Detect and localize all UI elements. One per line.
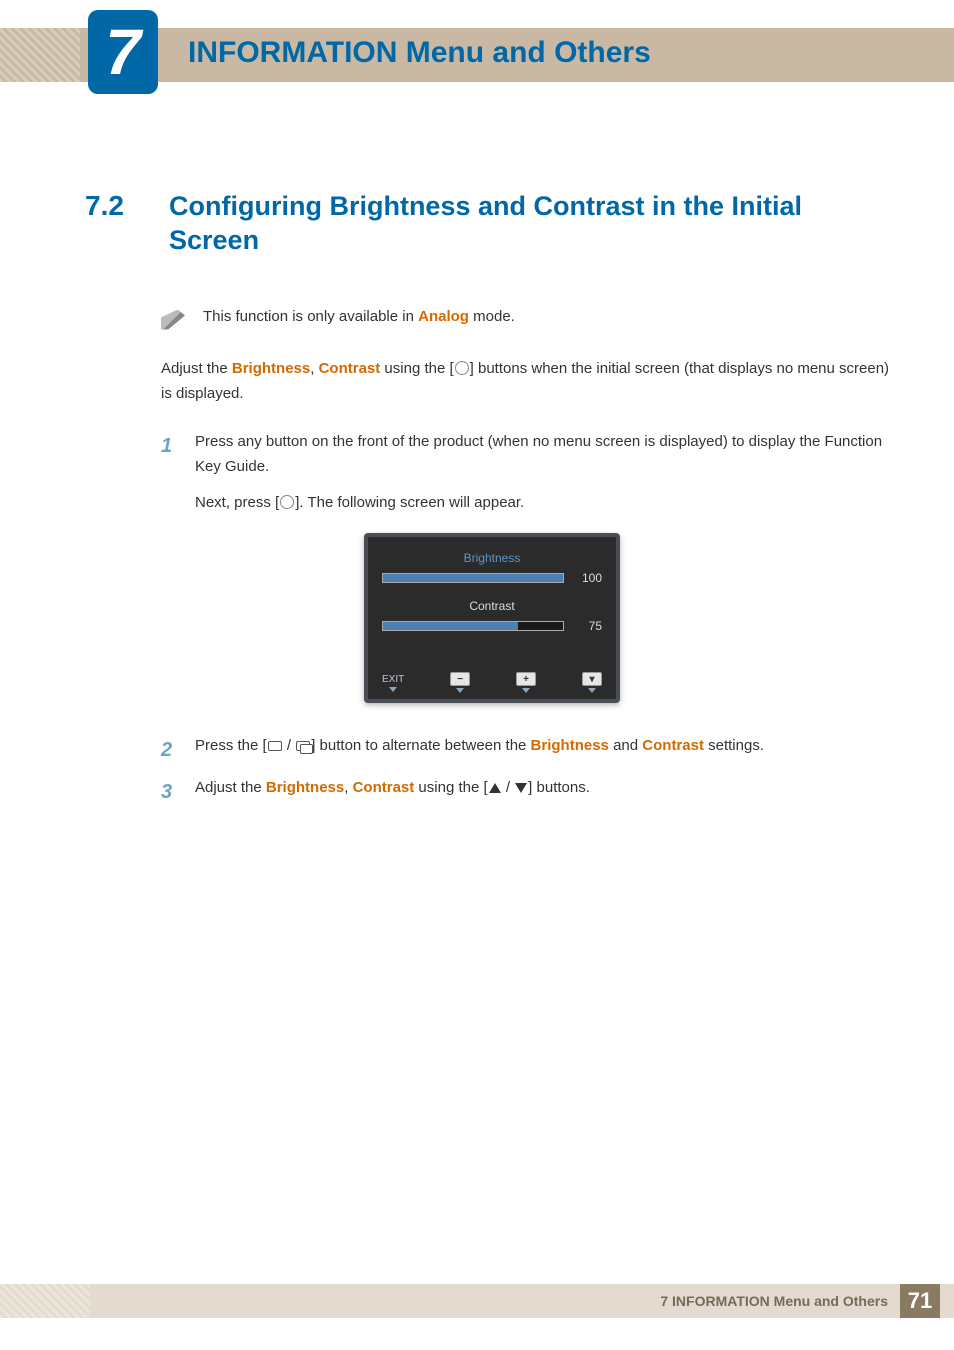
down-key-icon: ▾ (582, 672, 602, 686)
minus-key-icon: − (450, 672, 470, 686)
brightness-bar (382, 573, 564, 583)
sun-icon (280, 495, 294, 509)
osd-exit: EXIT (382, 674, 404, 685)
note-text: This function is only available in Analo… (203, 308, 515, 325)
footer-text: 7 INFORMATION Menu and Others (660, 1293, 888, 1309)
brightness-value: 100 (574, 571, 602, 585)
down-arrow-icon (522, 688, 530, 693)
osd-brightness-row: 100 (382, 571, 602, 585)
down-triangle-icon (515, 783, 527, 793)
osd-bottom: EXIT − + ▾ (382, 672, 602, 693)
note-icon (161, 310, 185, 330)
down-arrow-icon (456, 688, 464, 693)
note: This function is only available in Analo… (161, 308, 899, 330)
osd-brightness-label: Brightness (382, 551, 602, 565)
footer-hatch (0, 1284, 90, 1318)
contrast-fill (383, 622, 518, 630)
osd-contrast-row: 75 (382, 619, 602, 633)
highlight-analog: Analog (418, 308, 469, 325)
header-hatch (0, 28, 80, 82)
step-1: 1 Press any button on the front of the p… (161, 429, 899, 516)
step-number: 2 (161, 733, 175, 767)
up-triangle-icon (489, 783, 501, 793)
intro-paragraph: Adjust the Brightness, Contrast using th… (161, 356, 899, 407)
section-title: Configuring Brightness and Contrast in t… (169, 190, 899, 258)
chapter-title: INFORMATION Menu and Others (188, 36, 651, 70)
source-icon-1 (268, 741, 282, 751)
contrast-bar (382, 621, 564, 631)
section-heading: 7.2 Configuring Brightness and Contrast … (85, 190, 899, 258)
step-number: 1 (161, 429, 175, 516)
step-body: Adjust the Brightness, Contrast using th… (195, 775, 899, 809)
source-icon-2 (296, 741, 310, 751)
content-area: 7.2 Configuring Brightness and Contrast … (85, 190, 899, 817)
osd-contrast-label: Contrast (382, 599, 602, 613)
plus-key-icon: + (516, 672, 536, 686)
step-3: 3 Adjust the Brightness, Contrast using … (161, 775, 899, 809)
osd-figure: Brightness 100 Contrast 75 EXIT − + ▾ (364, 533, 620, 703)
step-body: Press any button on the front of the pro… (195, 429, 899, 516)
contrast-value: 75 (574, 619, 602, 633)
footer-page-number: 71 (900, 1284, 940, 1318)
step-2: 2 Press the [ / ] button to alternate be… (161, 733, 899, 767)
sun-icon (455, 361, 469, 375)
brightness-fill (383, 574, 563, 582)
footer-band: 7 INFORMATION Menu and Others 71 (0, 1284, 954, 1318)
chapter-number: 7 (105, 15, 141, 89)
section-number: 7.2 (85, 190, 145, 222)
down-arrow-icon (588, 688, 596, 693)
step-body: Press the [ / ] button to alternate betw… (195, 733, 899, 767)
down-arrow-icon (389, 687, 397, 692)
chapter-badge: 7 (88, 10, 158, 94)
step-number: 3 (161, 775, 175, 809)
